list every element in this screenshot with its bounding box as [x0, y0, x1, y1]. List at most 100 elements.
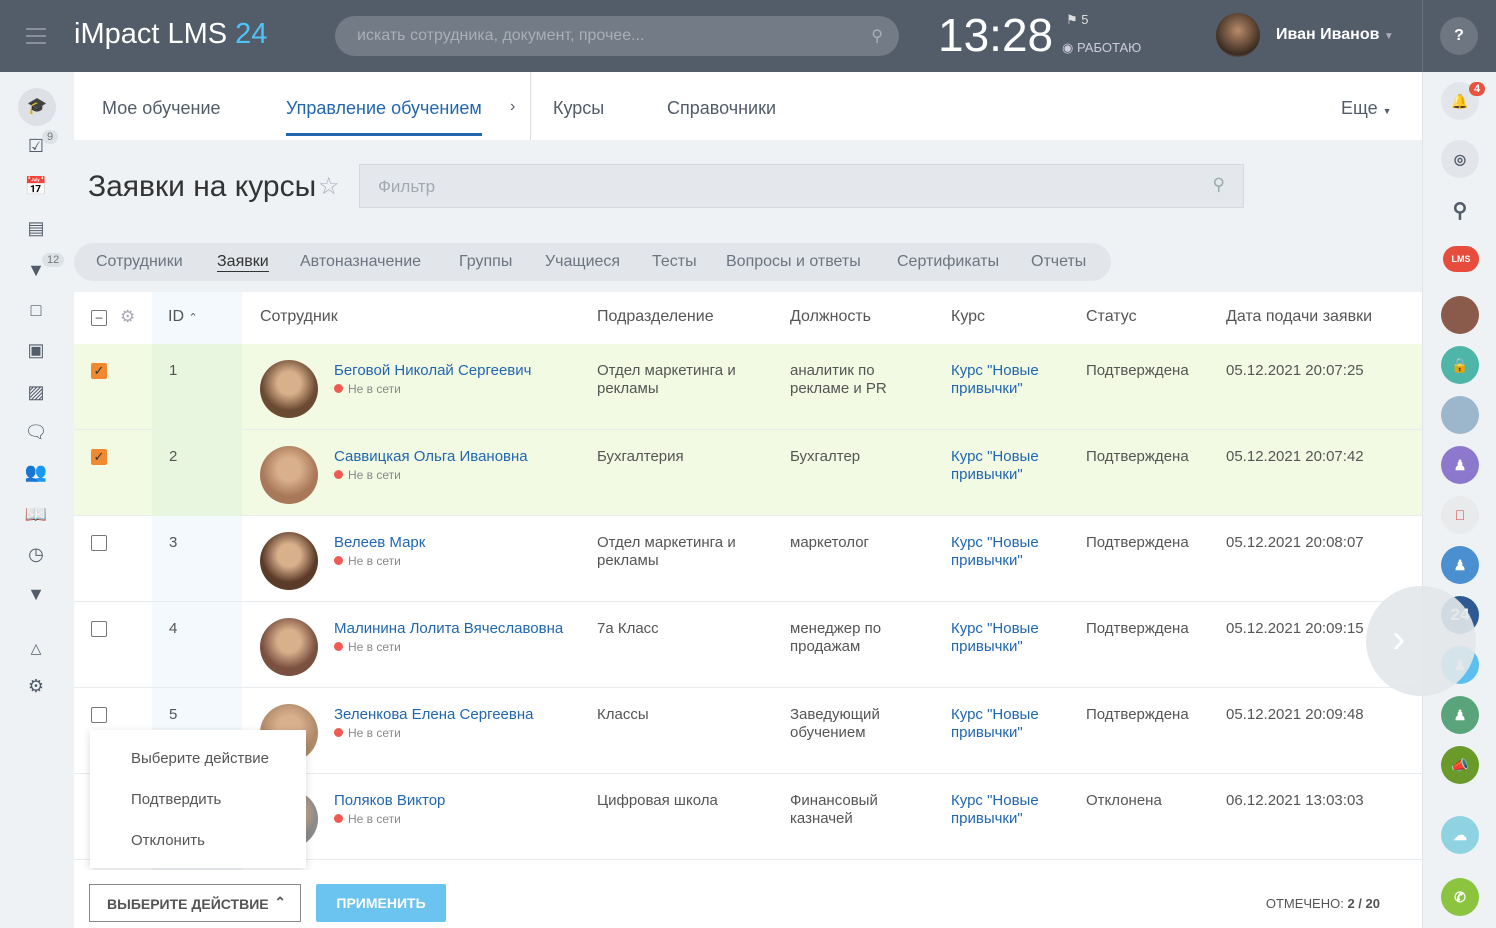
employee-name-link[interactable]: Беговой Николай Сергеевич — [334, 362, 531, 379]
header-department[interactable]: Подразделение — [597, 308, 714, 326]
tab-auto-assign[interactable]: Автоназначение — [300, 253, 421, 271]
user-icon[interactable]: ♟ — [1441, 546, 1479, 584]
tab-employees[interactable]: Сотрудники — [96, 253, 183, 271]
tab-qa[interactable]: Вопросы и ответы — [726, 253, 861, 271]
nav-my-learning[interactable]: Мое обучение — [102, 98, 221, 119]
row-checkbox[interactable]: ✓ — [91, 449, 107, 465]
work-status[interactable]: ◉ РАБОТАЮ — [1062, 40, 1141, 56]
table-row[interactable]: ✓ 2 Саввицкая Ольга Ивановна Не в сети Б… — [74, 430, 1422, 516]
tab-certificates[interactable]: Сертификаты — [897, 253, 999, 271]
filter-input[interactable]: Фильтр ⚲ — [359, 164, 1244, 208]
header-employee[interactable]: Сотрудник — [260, 308, 338, 326]
tab-requests[interactable]: Заявки — [217, 253, 269, 272]
global-search-input[interactable]: искать сотрудника, документ, прочее... ⚲ — [335, 16, 899, 56]
tab-groups[interactable]: Группы — [459, 253, 512, 271]
course-link[interactable]: Курс "Новые привычки" — [951, 706, 1061, 742]
nav-learning-management[interactable]: Управление обучением — [286, 98, 482, 136]
tab-reports[interactable]: Отчеты — [1031, 253, 1086, 271]
users-icon[interactable]: 👥 — [24, 462, 48, 486]
row-checkbox[interactable] — [91, 535, 107, 551]
menu-icon[interactable] — [26, 28, 46, 44]
header-id[interactable]: ID ⌃ — [168, 308, 198, 326]
employee-name-link[interactable]: Саввицкая Ольга Ивановна — [334, 448, 528, 465]
course-link[interactable]: Курс "Новые привычки" — [951, 534, 1061, 570]
app-logo[interactable]: iMpact LMS 24 — [74, 18, 267, 51]
search-icon[interactable]: ⚲ — [1213, 175, 1225, 195]
user-avatar[interactable] — [1216, 13, 1260, 57]
employee-name-link[interactable]: Поляков Виктор — [334, 792, 445, 809]
table-row[interactable]: 4 Малинина Лолита Вячеславовна Не в сети… — [74, 602, 1422, 688]
row-checkbox[interactable] — [91, 707, 107, 723]
employee-name-link[interactable]: Велеев Марк — [334, 534, 425, 551]
gear-icon[interactable]: ⚙ — [24, 676, 48, 700]
user-name: Иван Иванов — [1276, 26, 1380, 43]
nav-directories[interactable]: Справочники — [667, 98, 776, 119]
employee-avatar[interactable] — [260, 360, 318, 418]
star-icon[interactable]: ☆ — [318, 172, 340, 201]
header-position[interactable]: Должность — [790, 308, 871, 326]
user-menu[interactable]: Иван Иванов ▼ — [1276, 26, 1394, 44]
employee-name-link[interactable]: Зеленкова Елена Сергеевна — [334, 706, 534, 723]
employee-avatar[interactable] — [260, 532, 318, 590]
course-link[interactable]: Курс "Новые привычки" — [951, 620, 1061, 656]
phone-icon[interactable]: ✆ — [1441, 878, 1479, 916]
contact-avatar[interactable] — [1441, 296, 1479, 334]
employee-avatar[interactable] — [260, 446, 318, 504]
chevron-right-icon[interactable]: › — [1366, 586, 1476, 696]
status: Отклонена — [1086, 792, 1162, 809]
book-icon[interactable]: 📖 — [24, 504, 48, 528]
top-header: iMpact LMS 24 искать сотрудника, докумен… — [0, 0, 1496, 72]
lock-icon[interactable]: 🔒 — [1441, 346, 1479, 384]
search-icon[interactable]: ⚲ — [871, 26, 883, 46]
structure-icon[interactable]: △ — [24, 640, 48, 664]
contact-avatar[interactable] — [1441, 396, 1479, 434]
tab-tests[interactable]: Тесты — [652, 253, 697, 271]
header-date[interactable]: Дата подачи заявки — [1226, 308, 1372, 326]
course-link[interactable]: Курс "Новые привычки" — [951, 362, 1061, 398]
employee-avatar[interactable] — [260, 618, 318, 676]
chat-icon[interactable]: 🗨 — [24, 422, 48, 446]
clock: 13:28 — [938, 9, 1054, 61]
chat-search-icon[interactable]: ◎ — [1441, 140, 1479, 178]
window-icon[interactable]: □ — [24, 300, 48, 324]
mobile-cloud-icon[interactable]: ☁ — [1441, 816, 1479, 854]
clock-icon[interactable]: ◷ — [24, 544, 48, 568]
employee-name-link[interactable]: Малинина Лолита Вячеславовна — [334, 620, 563, 637]
apple-icon[interactable]:  — [1441, 496, 1479, 534]
nav-courses[interactable]: Курсы — [553, 98, 604, 119]
option-choose-action[interactable]: Выберите действие — [131, 750, 269, 767]
user-icon[interactable]: ♟ — [1441, 446, 1479, 484]
department: 7а Класс — [597, 620, 659, 637]
contact-card-icon[interactable]: ▨ — [24, 382, 48, 406]
gear-icon[interactable]: ⚙ — [120, 307, 135, 327]
help-icon[interactable]: ? — [1440, 17, 1478, 55]
drive-icon[interactable]: ▤ — [24, 218, 48, 242]
header-course[interactable]: Курс — [951, 308, 985, 326]
calendar-icon[interactable]: 📅 — [24, 176, 48, 200]
flag-counter[interactable]: ⚑ 5 — [1066, 12, 1089, 28]
search-icon[interactable]: ⚲ — [1441, 192, 1479, 230]
chevron-down-circle-icon[interactable]: ▼ — [24, 584, 48, 608]
row-checkbox[interactable] — [91, 621, 107, 637]
row-checkbox[interactable]: ✓ — [91, 363, 107, 379]
option-confirm[interactable]: Подтвердить — [131, 791, 221, 808]
tab-students[interactable]: Учащиеся — [545, 253, 620, 271]
course-link[interactable]: Курс "Новые привычки" — [951, 448, 1061, 484]
id-cell-bg — [152, 602, 242, 688]
nav-more[interactable]: Еще ▼ — [1341, 98, 1392, 119]
card-icon[interactable]: ▣ — [24, 340, 48, 364]
department: Цифровая школа — [597, 792, 718, 809]
table-row[interactable]: ✓ 1 Беговой Николай Сергеевич Не в сети … — [74, 344, 1422, 430]
action-select[interactable]: ВЫБЕРИТЕ ДЕЙСТВИЕ ⌃ — [89, 884, 301, 922]
table-row[interactable]: 3 Велеев Марк Не в сети Отдел маркетинга… — [74, 516, 1422, 602]
nav-more-label: Еще — [1341, 98, 1378, 118]
course-link[interactable]: Курс "Новые привычки" — [951, 792, 1061, 828]
lms-chat-icon[interactable]: LMS — [1443, 246, 1479, 272]
graduation-cap-icon[interactable]: 🎓 — [18, 88, 56, 126]
header-status[interactable]: Статус — [1086, 308, 1137, 326]
apply-button[interactable]: ПРИМЕНИТЬ — [316, 884, 446, 922]
option-reject[interactable]: Отклонить — [131, 832, 205, 849]
megaphone-icon[interactable]: 📣 — [1441, 746, 1479, 784]
select-all-checkbox[interactable]: – — [91, 310, 107, 326]
user-icon[interactable]: ♟ — [1441, 696, 1479, 734]
